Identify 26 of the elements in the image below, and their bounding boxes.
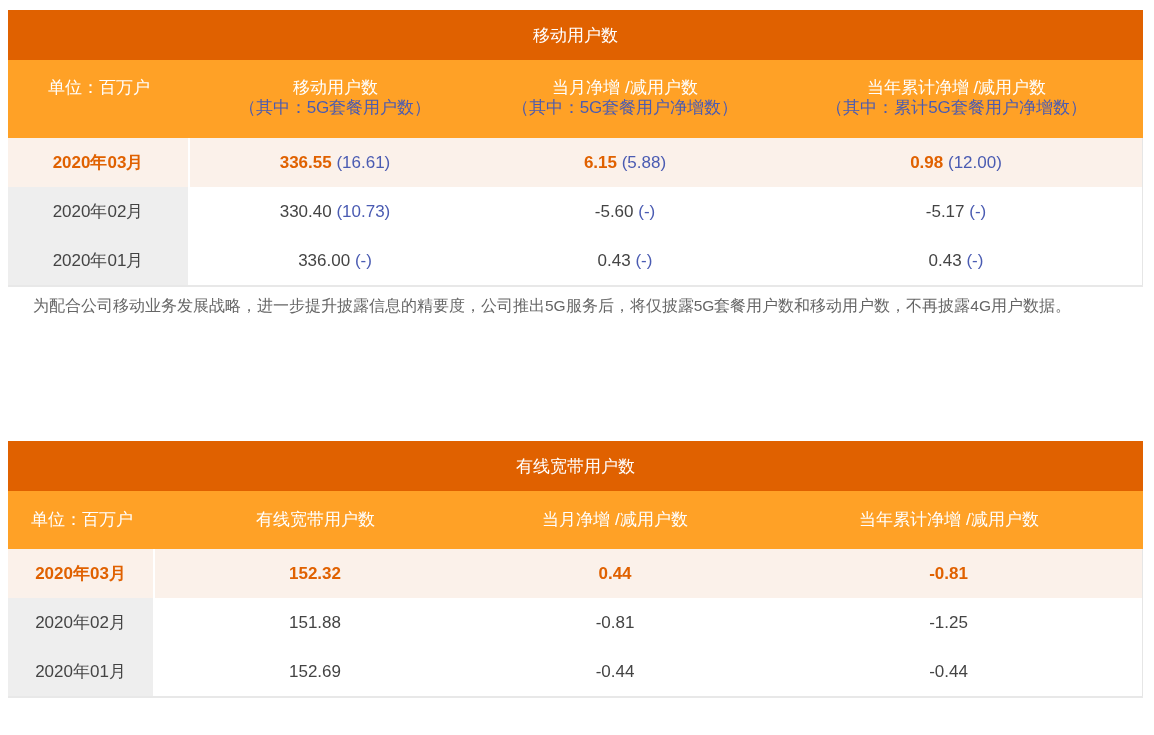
table-cell: 0.44 [475, 549, 755, 598]
table-title: 移动用户数 [8, 10, 1143, 60]
column-header: 当年累计净增 /减用户数 [859, 510, 1039, 530]
period-cell: 2020年03月 [8, 549, 155, 598]
column-header: 当年累计净增 /减用户数 [866, 78, 1047, 98]
period-cell: 2020年03月 [8, 138, 190, 187]
period-cell: 2020年01月 [8, 236, 190, 285]
period-cell: 2020年01月 [8, 647, 155, 696]
period-cell: 2020年02月 [8, 187, 190, 236]
table-title: 有线宽带用户数 [8, 441, 1143, 491]
table-cell: 336.55 (16.61) [190, 138, 480, 187]
table-cell: 6.15 (5.88) [480, 138, 770, 187]
column-header: 单位：百万户 [48, 78, 150, 98]
column-header: 单位：百万户 [30, 510, 133, 530]
column-header: 移动用户数 [292, 78, 378, 98]
column-subheader: （其中：累计5G套餐用户净增数） [826, 98, 1087, 118]
column-header: 有线宽带用户数 [255, 510, 375, 530]
column-header: 当月净增 /减用户数 [552, 78, 698, 98]
column-subheader: （其中：5G套餐用户净增数） [511, 98, 739, 118]
footnote: 为配合公司移动业务发展战略，进一步提升披露信息的精要度，公司推出5G服务后，将仅披露5G套餐用户数和移动用户数，不再披露4G用户数据。 [32, 296, 1073, 316]
period-cell: 2020年02月 [8, 598, 155, 647]
table-cell: 152.32 [155, 549, 475, 598]
table-cell: -0.81 [755, 549, 1143, 598]
column-header: 当月净增 /减用户数 [542, 510, 688, 530]
table-cell: 0.98 (12.00) [770, 138, 1143, 187]
column-subheader: （其中：5G套餐用户数） [238, 98, 432, 118]
